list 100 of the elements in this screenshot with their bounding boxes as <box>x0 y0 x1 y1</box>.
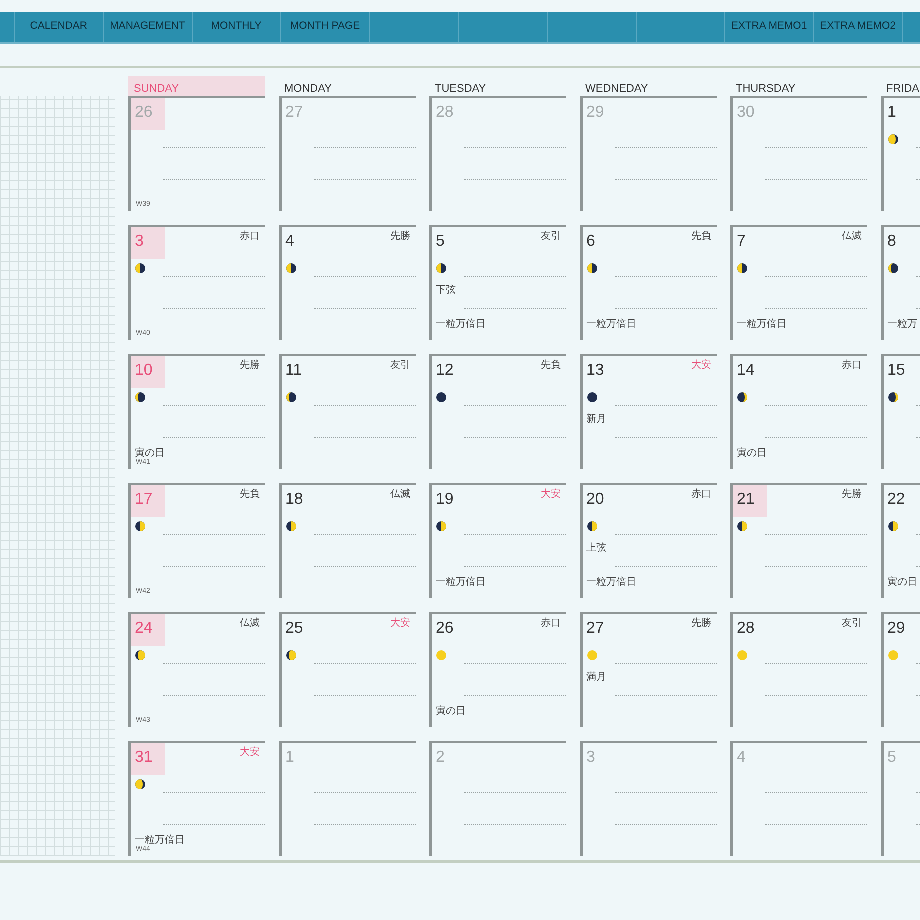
rokuyo-label: 先負 <box>240 488 261 502</box>
date-number: 5 <box>886 748 898 768</box>
day-cell[interactable]: 18 仏滅 <box>278 483 416 598</box>
day-note: 寅の日 <box>888 577 918 588</box>
tab[interactable]: MONTHLY <box>192 12 282 42</box>
rokuyo-label: 赤口 <box>842 358 863 373</box>
date-number: 25 <box>284 619 304 639</box>
date-number: 20 <box>586 490 606 510</box>
date-number: 29 <box>886 619 906 639</box>
date-number: 12 <box>435 361 455 381</box>
date-number: 3 <box>131 227 165 259</box>
day-cell[interactable]: 13 大安 新月 <box>580 354 716 469</box>
date-number: 24 <box>131 614 165 646</box>
day-cell[interactable]: 28 友引 <box>730 612 867 727</box>
rokuyo-label: 赤口 <box>541 616 562 631</box>
day-cell[interactable]: 29 <box>880 612 920 727</box>
date-number: 15 <box>886 361 906 381</box>
date-number: 5 <box>435 232 446 252</box>
day-cell[interactable]: 20 赤口 上弦 一粒万倍日 <box>580 483 716 598</box>
rokuyo-label: 先勝 <box>692 616 712 631</box>
date-number: 30 <box>736 103 756 123</box>
date-number: 1 <box>886 103 898 123</box>
date-number: 14 <box>736 361 756 381</box>
date-number: 27 <box>284 103 304 123</box>
day-header: TUESDAY <box>434 82 488 96</box>
rokuyo-label: 仏滅 <box>842 230 863 244</box>
moon-phase-note: 下弦 <box>436 285 456 296</box>
date-number: 21 <box>733 485 767 517</box>
rokuyo-label: 赤口 <box>692 488 712 502</box>
day-note: 一粒万倍日 <box>436 577 486 588</box>
day-cell[interactable]: 25 大安 <box>278 612 416 727</box>
day-cell[interactable]: 12 先負 <box>429 354 566 469</box>
day-cell[interactable]: 27 先勝 満月 <box>580 612 716 727</box>
moon-phase-note: 新月 <box>586 414 606 425</box>
date-number: 4 <box>284 232 296 252</box>
day-cell[interactable]: 19 大安 一粒万倍日 <box>429 483 566 598</box>
rokuyo-label: 先勝 <box>842 488 863 502</box>
date-number: 19 <box>435 490 455 510</box>
day-note: 寅の日 <box>135 448 165 459</box>
tab[interactable]: EXTRA MEMO1 <box>725 12 814 42</box>
rokuyo-label: 仏滅 <box>390 488 412 502</box>
date-number: 28 <box>435 103 455 123</box>
rokuyo-label: 仏滅 <box>240 616 261 631</box>
date-number: 17 <box>131 485 165 517</box>
date-number: 2 <box>435 748 446 768</box>
date-number: 11 <box>284 361 304 381</box>
day-cell[interactable]: 5 友引 下弦 一粒万倍日 <box>429 225 566 340</box>
tab[interactable]: EXTRA MEMO2 <box>814 12 903 42</box>
day-cell[interactable]: 8 一粒万 <box>880 225 920 340</box>
rokuyo-label: 先勝 <box>240 358 261 373</box>
day-header: FRIDA <box>886 82 920 96</box>
day-cell[interactable]: 1 <box>880 96 920 211</box>
rokuyo-label: 友引 <box>842 617 863 631</box>
date-number: 4 <box>736 748 747 768</box>
date-number: 26 <box>131 98 165 130</box>
day-note: 一粒万倍日 <box>586 319 636 330</box>
rokuyo-label: 先負 <box>692 230 712 244</box>
date-number: 3 <box>586 748 596 768</box>
day-cell[interactable]: 26 赤口 寅の日 <box>429 612 566 727</box>
day-cell[interactable]: 11 友引 <box>278 354 416 469</box>
day-header: SUNDAY <box>128 76 265 96</box>
rokuyo-label: 大安 <box>240 746 261 760</box>
date-number: 10 <box>131 356 165 388</box>
rokuyo-label: 先勝 <box>390 230 412 244</box>
rokuyo-label: 先負 <box>541 358 562 373</box>
tab[interactable]: MONTH PAGE <box>281 12 370 42</box>
rokuyo-label: 友引 <box>390 359 412 373</box>
day-note: 一粒万倍日 <box>135 835 185 846</box>
date-number: 8 <box>886 232 898 252</box>
rokuyo-label: 大安 <box>541 488 562 502</box>
day-cell[interactable]: 6 先負 一粒万倍日 <box>580 225 716 340</box>
date-number: 13 <box>586 361 606 381</box>
day-note: 寅の日 <box>436 706 466 717</box>
moon-phase-note: 満月 <box>586 672 606 683</box>
day-cell[interactable]: 15 <box>880 354 920 469</box>
day-cell[interactable]: 4 先勝 <box>278 225 416 340</box>
tab[interactable]: CALENDAR <box>15 12 104 42</box>
date-number: 28 <box>736 619 756 639</box>
day-cell[interactable]: 7 仏滅 一粒万倍日 <box>730 225 867 340</box>
day-note: 一粒万倍日 <box>737 319 787 330</box>
day-cell[interactable]: 21 先勝 <box>730 483 867 598</box>
date-number: 7 <box>736 232 747 252</box>
day-cell[interactable]: 22 寅の日 <box>880 483 920 598</box>
day-header: MONDAY <box>284 82 333 96</box>
moon-phase-note: 上弦 <box>586 543 606 554</box>
tab[interactable]: MANAGEMENT <box>104 12 193 42</box>
date-number: 31 <box>131 743 165 775</box>
day-note: 寅の日 <box>737 448 767 459</box>
day-note: 一粒万倍日 <box>436 319 486 330</box>
date-number: 27 <box>586 619 606 639</box>
rokuyo-label: 赤口 <box>240 230 261 244</box>
date-number: 1 <box>284 748 296 768</box>
rokuyo-label: 大安 <box>692 358 712 373</box>
date-number: 26 <box>435 619 455 639</box>
day-header: WEDNEDAY <box>584 82 650 96</box>
date-number: 6 <box>586 232 596 252</box>
date-number: 29 <box>586 103 606 123</box>
day-cell[interactable]: 14 赤口 寅の日 <box>730 354 867 469</box>
day-note: 一粒万 <box>888 319 918 330</box>
day-header: THURSDAY <box>735 82 797 96</box>
